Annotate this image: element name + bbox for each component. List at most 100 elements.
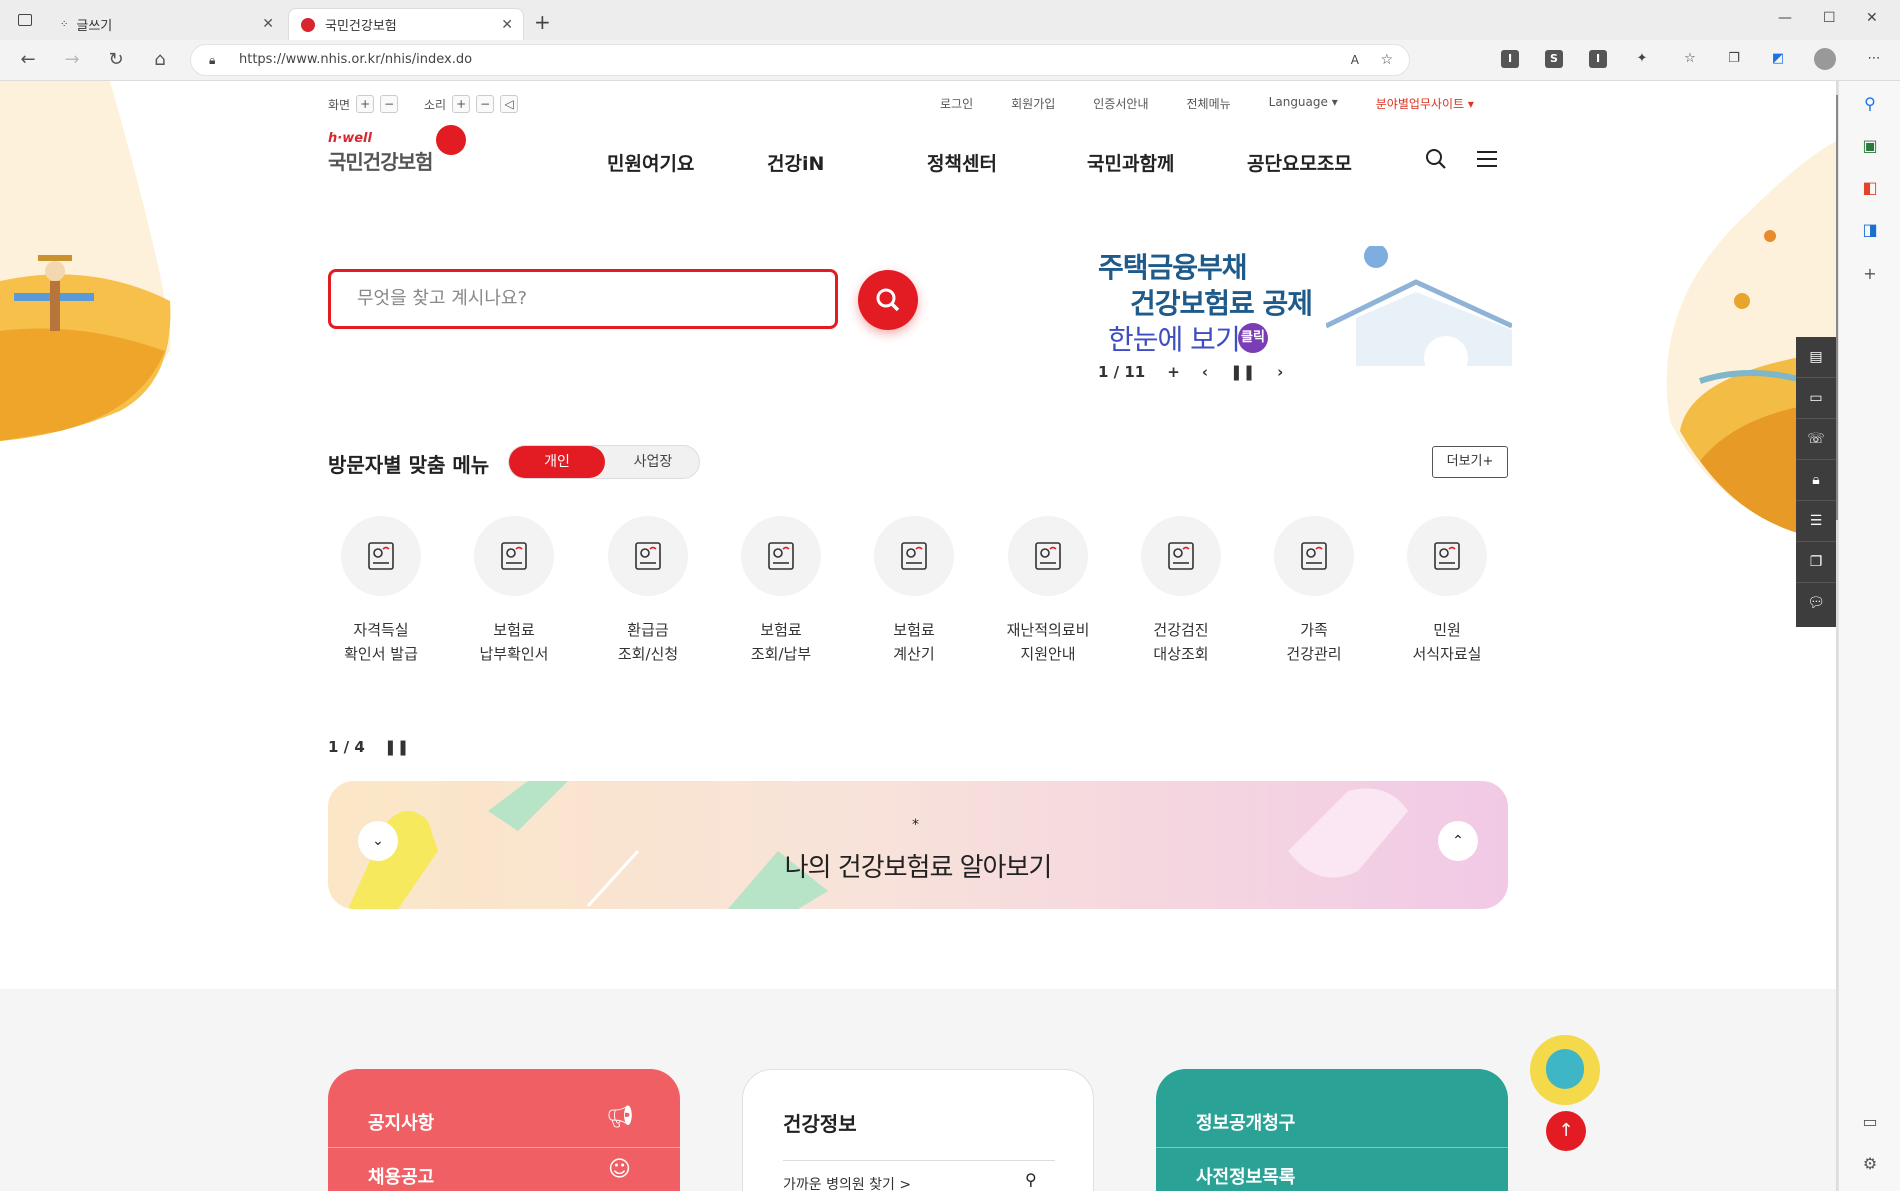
card-divider bbox=[1156, 1147, 1508, 1148]
pre-info-link[interactable]: 사전정보목록 bbox=[1196, 1163, 1295, 1189]
visitor-menu-item[interactable]: 건강검진 대상조회 bbox=[1121, 516, 1241, 666]
visitor-menu-item[interactable]: 재난적의료비 지원안내 bbox=[988, 516, 1108, 666]
home-icon[interactable]: ⌂ bbox=[148, 48, 172, 72]
address-bar[interactable]: 🔒︎ https://www.nhis.or.kr/nhis/index.do … bbox=[190, 44, 1410, 76]
visitor-menu-item[interactable]: 환급금 조회/신청 bbox=[588, 516, 708, 666]
calculator-icon bbox=[901, 542, 927, 570]
read-aloud-icon[interactable]: A bbox=[1351, 45, 1359, 75]
sitemap-link[interactable]: 전체메뉴 bbox=[1187, 95, 1231, 112]
quick-document-icon[interactable]: ▤ bbox=[1796, 337, 1836, 378]
quick-cards-icon[interactable]: ❐ bbox=[1796, 542, 1836, 583]
tab-business[interactable]: 사업장 bbox=[605, 446, 701, 478]
volume-down-button[interactable]: − bbox=[476, 95, 495, 113]
outlook-icon[interactable]: ◨ bbox=[1859, 219, 1881, 241]
back-icon[interactable]: ← bbox=[16, 48, 40, 72]
speaker-icon[interactable]: ◁ bbox=[500, 95, 519, 113]
visitor-menu-item[interactable]: 보험료 계산기 bbox=[854, 516, 974, 666]
dots-icon: ⁘ bbox=[60, 18, 69, 30]
banner-plus-button[interactable]: + bbox=[1167, 363, 1180, 381]
signup-link[interactable]: 회원가입 bbox=[1011, 95, 1055, 112]
tab-nhis[interactable]: 국민건강보험 ✕ bbox=[288, 8, 524, 40]
visitor-menu-item[interactable]: 민원 서식자료실 bbox=[1387, 516, 1507, 666]
search-icon[interactable]: ⚲ bbox=[1859, 93, 1881, 115]
visitor-menu-item[interactable]: 보험료 납부확인서 bbox=[454, 516, 574, 666]
business-sites-dropdown[interactable]: 분야별업무사이트 ▾ bbox=[1376, 95, 1474, 112]
quick-lock-icon[interactable]: 🔒︎ bbox=[1796, 460, 1836, 501]
menu-dots-icon[interactable]: ⋯ bbox=[1865, 50, 1883, 68]
add-icon[interactable]: + bbox=[1859, 263, 1881, 285]
recruit-link[interactable]: 채용공고 bbox=[368, 1163, 434, 1189]
nearby-hospital-link[interactable]: 가까운 병의원 찾기 > bbox=[783, 1174, 911, 1191]
gnb-health[interactable]: 건강iN bbox=[767, 149, 824, 176]
quick-monitor-icon[interactable]: ▭ bbox=[1796, 378, 1836, 419]
scroll-top-button[interactable]: ↑ bbox=[1546, 1111, 1586, 1151]
menu-icon-circle bbox=[1407, 516, 1487, 596]
quick-list-icon[interactable]: ☰ bbox=[1796, 501, 1836, 542]
language-dropdown[interactable]: Language ▾ bbox=[1269, 95, 1338, 112]
gnb-public[interactable]: 국민과함께 bbox=[1087, 149, 1174, 176]
main-search-button[interactable] bbox=[858, 270, 918, 330]
tab-actions-icon[interactable] bbox=[18, 14, 32, 26]
favorites-icon[interactable]: ☆ bbox=[1681, 50, 1699, 68]
zoom-in-button[interactable]: + bbox=[356, 95, 375, 113]
new-tab-icon[interactable]: + bbox=[534, 10, 551, 34]
banner-prev-icon[interactable]: ‹ bbox=[1202, 363, 1208, 381]
gnb-civil[interactable]: 민원여기요 bbox=[607, 149, 694, 176]
office-icon[interactable]: ◧ bbox=[1859, 177, 1881, 199]
more-button[interactable]: 더보기+ bbox=[1432, 446, 1508, 478]
open-info-card: 정보공개청구 사전정보목록 bbox=[1156, 1069, 1508, 1191]
split-screen-icon[interactable]: ▭ bbox=[1859, 1111, 1881, 1133]
reload-icon[interactable]: ↻ bbox=[104, 48, 128, 72]
visitor-menu-item[interactable]: 가족 건강관리 bbox=[1254, 516, 1374, 666]
card-divider bbox=[783, 1160, 1055, 1161]
shopping-icon[interactable]: ▣ bbox=[1859, 135, 1881, 157]
extension-i-icon[interactable]: I bbox=[1501, 50, 1519, 68]
promo-banner[interactable]: ⌄ ⌃ * 나의 건강보험료 알아보기 bbox=[328, 781, 1508, 909]
close-tab-icon[interactable]: ✕ bbox=[501, 17, 513, 33]
close-window-icon[interactable]: ✕ bbox=[1866, 10, 1878, 26]
open-info-link[interactable]: 정보공개청구 bbox=[1196, 1109, 1295, 1135]
tab-write[interactable]: ⁘ 글쓰기 ✕ bbox=[48, 8, 284, 40]
nhis-logo[interactable]: h·well 국민건강보험 bbox=[328, 125, 468, 183]
main-banner[interactable]: 주택금융부채 건강보험료 공제 한눈에 보기 클릭 bbox=[1082, 246, 1512, 446]
chatbot-mascot[interactable] bbox=[1530, 1035, 1600, 1105]
main-search-input[interactable]: 무엇을 찾고 계시나요? bbox=[328, 269, 838, 329]
scrollbar-thumb[interactable] bbox=[1836, 95, 1838, 520]
favorite-add-icon[interactable]: ☆ bbox=[1380, 45, 1393, 75]
zoom-out-button[interactable]: − bbox=[380, 95, 399, 113]
visitor-menu-item[interactable]: 보험료 조회/납부 bbox=[721, 516, 841, 666]
promo-pause-icon[interactable]: ❚❚ bbox=[384, 738, 409, 756]
gnb-policy[interactable]: 정책센터 bbox=[927, 149, 997, 176]
banner-pause-icon[interactable]: ❚❚ bbox=[1230, 363, 1255, 381]
login-link[interactable]: 로그인 bbox=[940, 95, 973, 112]
extension-s-icon[interactable]: S bbox=[1545, 50, 1563, 68]
visitor-menu-item[interactable]: 자격득실 확인서 발급 bbox=[321, 516, 441, 666]
notice-link[interactable]: 공지사항 bbox=[368, 1109, 434, 1135]
profile-avatar[interactable] bbox=[1814, 48, 1836, 70]
extensions-puzzle-icon[interactable]: ✦ bbox=[1633, 50, 1651, 68]
close-tab-icon[interactable]: ✕ bbox=[262, 16, 274, 32]
collections-icon[interactable]: ❐ bbox=[1725, 50, 1743, 68]
banner-line2: 건강보험료 공제 bbox=[1130, 287, 1313, 320]
hamburger-menu-icon[interactable] bbox=[1477, 150, 1499, 168]
certificate-link[interactable]: 인증서안내 bbox=[1093, 95, 1148, 112]
minimize-icon[interactable]: — bbox=[1778, 10, 1792, 26]
tab-personal[interactable]: 개인 bbox=[509, 446, 605, 478]
maximize-icon[interactable]: ☐ bbox=[1823, 10, 1836, 26]
extension-i2-icon[interactable]: I bbox=[1589, 50, 1607, 68]
performance-icon[interactable]: ◩ bbox=[1769, 50, 1787, 68]
search-icon[interactable] bbox=[1425, 148, 1447, 170]
volume-up-button[interactable]: + bbox=[452, 95, 471, 113]
banner-controls: 1 / 11 + ‹ ❚❚ › bbox=[1098, 363, 1283, 381]
menu-label: 보험료 조회/납부 bbox=[750, 621, 812, 663]
banner-next-icon[interactable]: › bbox=[1277, 363, 1283, 381]
forward-icon[interactable]: → bbox=[60, 48, 84, 72]
gnb-about[interactable]: 공단요모조모 bbox=[1247, 149, 1352, 176]
tab-label: 국민건강보험 bbox=[325, 19, 397, 34]
quick-phone-icon[interactable]: ☏ bbox=[1796, 419, 1836, 460]
settings-icon[interactable]: ⚙ bbox=[1859, 1153, 1881, 1175]
quick-chat-icon[interactable]: 💬︎ bbox=[1796, 583, 1836, 624]
house-heart-illustration bbox=[1326, 246, 1512, 366]
visitor-toggle: 개인 사업장 bbox=[508, 445, 700, 479]
menu-label: 보험료 계산기 bbox=[893, 621, 935, 663]
